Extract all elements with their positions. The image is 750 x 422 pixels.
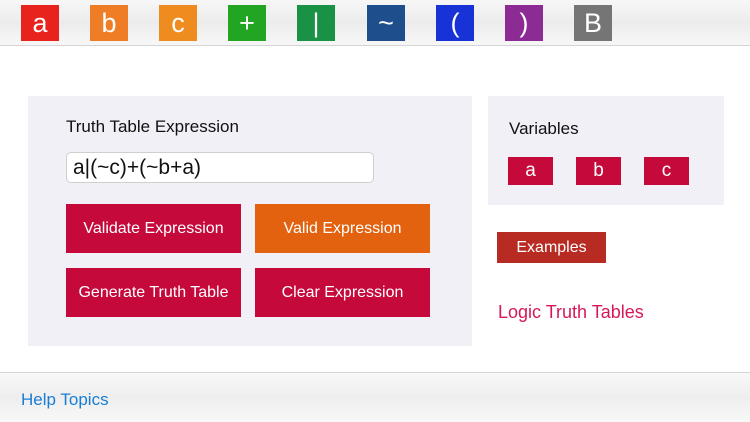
generate-truth-table-button[interactable]: Generate Truth Table (66, 268, 241, 317)
bottom-bar (0, 372, 750, 422)
variable-b-button[interactable]: b (576, 157, 621, 185)
key-open-paren-button[interactable]: ( (436, 5, 474, 41)
variables-title: Variables (509, 119, 579, 138)
key-a-button[interactable]: a (21, 5, 59, 41)
key-b-button[interactable]: b (90, 5, 128, 41)
key-backspace-button[interactable]: B (574, 5, 612, 41)
key-not-button[interactable]: ~ (367, 5, 405, 41)
key-close-paren-button[interactable]: ) (505, 5, 543, 41)
variable-a-button[interactable]: a (508, 157, 553, 185)
symbol-toolbar: a b c + | ~ ( ) B (0, 0, 750, 46)
expression-title: Truth Table Expression (66, 117, 239, 136)
logic-truth-tables-link[interactable]: Logic Truth Tables (498, 302, 644, 323)
key-or-pipe-button[interactable]: | (297, 5, 335, 41)
variable-c-button[interactable]: c (644, 157, 689, 185)
key-or-plus-button[interactable]: + (228, 5, 266, 41)
clear-expression-button[interactable]: Clear Expression (255, 268, 430, 317)
expression-input[interactable] (66, 152, 374, 183)
valid-expression-button[interactable]: Valid Expression (255, 204, 430, 253)
key-c-button[interactable]: c (159, 5, 197, 41)
validate-expression-button[interactable]: Validate Expression (66, 204, 241, 253)
examples-button[interactable]: Examples (497, 232, 606, 263)
variables-panel (488, 96, 724, 205)
help-topics-link[interactable]: Help Topics (21, 390, 109, 410)
